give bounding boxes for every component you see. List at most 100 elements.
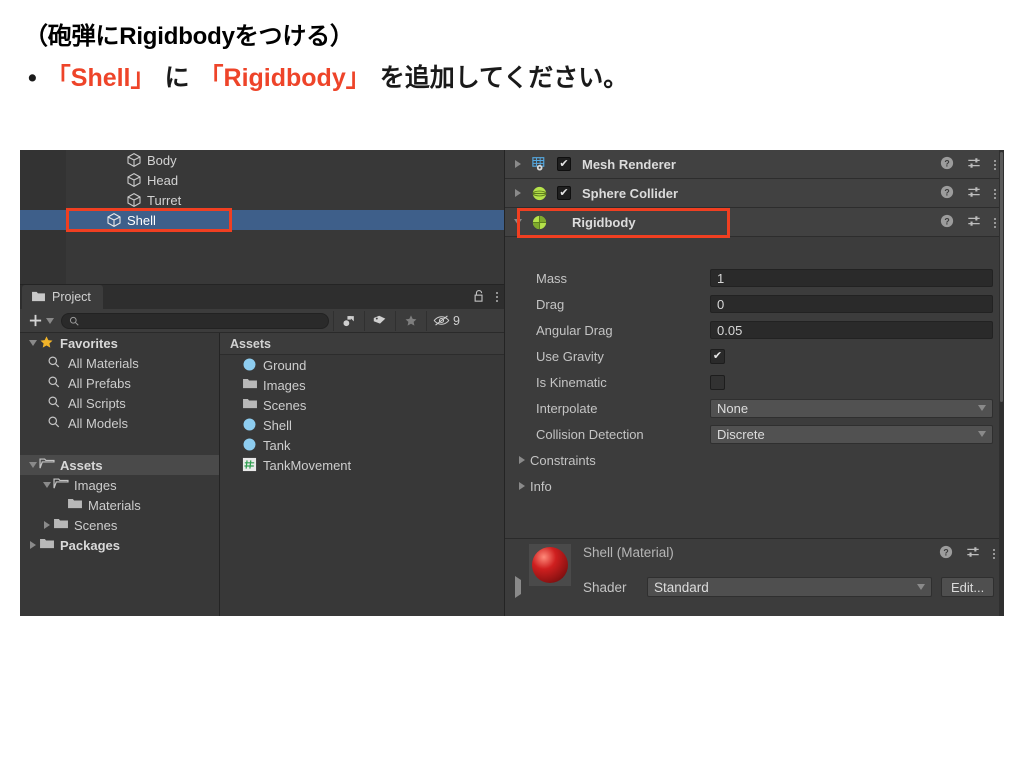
- help-icon[interactable]: ?: [939, 545, 953, 562]
- property-row-interpolate: Interpolate None: [505, 395, 1004, 421]
- hidden-count-label: 9: [453, 313, 460, 328]
- chevron-right-icon[interactable]: [505, 189, 531, 197]
- hierarchy-item-label: Body: [147, 152, 177, 168]
- chevron-down-icon[interactable]: [26, 340, 39, 346]
- inspector-scrollbar[interactable]: [999, 150, 1004, 616]
- csharp-script-icon: [242, 457, 258, 473]
- chevron-down-icon[interactable]: [40, 482, 53, 488]
- asset-item-ground[interactable]: Ground: [220, 355, 504, 375]
- tree-item-all-models[interactable]: All Models: [20, 413, 219, 433]
- preset-icon[interactable]: [966, 545, 980, 562]
- asset-item-tankmovement[interactable]: TankMovement: [220, 455, 504, 475]
- hierarchy-item-head[interactable]: Head: [20, 170, 504, 190]
- component-enabled-checkbox[interactable]: ✔: [557, 157, 571, 171]
- cube-icon: [126, 172, 142, 188]
- component-header-rigidbody[interactable]: Rigidbody ?: [505, 208, 1004, 237]
- hierarchy-item-body[interactable]: Body: [20, 150, 504, 170]
- star-icon: [39, 335, 55, 351]
- assets-breadcrumb: Assets: [220, 333, 504, 355]
- rigidbody-icon: [531, 214, 548, 231]
- asset-item-label: Images: [263, 377, 306, 393]
- lock-open-icon[interactable]: [473, 289, 485, 306]
- kebab-menu-icon[interactable]: [994, 188, 996, 199]
- help-icon[interactable]: ?: [940, 214, 954, 231]
- svg-text:?: ?: [943, 548, 948, 558]
- hierarchy-item-shell[interactable]: Shell: [20, 210, 504, 230]
- shader-dropdown[interactable]: Standard: [647, 577, 932, 597]
- tree-item-label: Materials: [88, 497, 141, 513]
- tree-item-assets[interactable]: Assets: [20, 455, 219, 475]
- collision-detection-dropdown[interactable]: Discrete: [710, 424, 993, 444]
- hierarchy-item-turret[interactable]: Turret: [20, 190, 504, 210]
- help-icon[interactable]: ?: [940, 156, 954, 173]
- instruction-bullet: • 「Shell」 に 「Rigidbody」 を追加してください。: [28, 58, 628, 94]
- is-kinematic-checkbox[interactable]: [710, 374, 725, 390]
- search-input[interactable]: [61, 312, 329, 329]
- preset-icon[interactable]: [967, 156, 981, 173]
- mesh-renderer-icon: [531, 156, 548, 173]
- sphere-collider-icon: [531, 185, 548, 202]
- asset-item-images[interactable]: Images: [220, 375, 504, 395]
- chevron-right-icon[interactable]: [40, 521, 53, 529]
- cube-icon: [126, 192, 142, 208]
- project-folder-tree: Favorites All Materials All Prefabs All …: [20, 333, 220, 616]
- bullet-text-tail: を追加してください。: [379, 64, 629, 92]
- project-assets-list: Assets Ground Images Scenes Shell Tank T…: [220, 333, 504, 616]
- property-row-collision-detection: Collision Detection Discrete: [505, 421, 1004, 447]
- chevron-right-icon[interactable]: [26, 541, 39, 549]
- tree-item-all-scripts[interactable]: All Scripts: [20, 393, 219, 413]
- component-enabled-checkbox[interactable]: ✔: [557, 186, 571, 200]
- angular-drag-input[interactable]: 0.05: [710, 321, 993, 339]
- preset-icon[interactable]: [967, 185, 981, 202]
- tab-project[interactable]: Project: [22, 285, 103, 309]
- tree-item-label: Images: [74, 477, 117, 493]
- asset-item-tank[interactable]: Tank: [220, 435, 504, 455]
- tree-item-label: All Scripts: [68, 395, 126, 411]
- folder-icon: [39, 537, 55, 553]
- tree-item-all-materials[interactable]: All Materials: [20, 353, 219, 373]
- component-header-actions: ?: [940, 179, 996, 208]
- drag-input[interactable]: 0: [710, 295, 993, 313]
- kebab-menu-icon[interactable]: [994, 159, 996, 170]
- search-icon: [69, 316, 79, 326]
- asset-item-label: Shell: [263, 417, 292, 433]
- asset-item-scenes[interactable]: Scenes: [220, 395, 504, 415]
- add-asset-button[interactable]: [20, 313, 61, 328]
- prefab-icon: [242, 437, 258, 453]
- preset-icon[interactable]: [967, 214, 981, 231]
- component-header-mesh-renderer[interactable]: ✔ Mesh Renderer ?: [505, 150, 1004, 179]
- prefab-icon: [242, 417, 258, 433]
- kebab-menu-icon[interactable]: [994, 217, 996, 228]
- hidden-objects-filter[interactable]: 9: [426, 310, 466, 331]
- use-gravity-checkbox[interactable]: ✔: [710, 348, 725, 364]
- chevron-right-icon[interactable]: [505, 160, 531, 168]
- asset-item-shell[interactable]: Shell: [220, 415, 504, 435]
- foldout-constraints[interactable]: Constraints: [505, 447, 1004, 473]
- bullet-text-ni: に: [164, 64, 190, 92]
- interpolate-dropdown[interactable]: None: [710, 398, 993, 418]
- cube-icon: [126, 152, 142, 168]
- foldout-info[interactable]: Info: [505, 473, 1004, 499]
- foldout-label: Constraints: [530, 452, 596, 468]
- tree-item-label: All Prefabs: [68, 375, 131, 391]
- tree-item-all-prefabs[interactable]: All Prefabs: [20, 373, 219, 393]
- component-header-sphere-collider[interactable]: ✔ Sphere Collider ?: [505, 179, 1004, 208]
- chevron-down-icon: [917, 584, 925, 590]
- tree-item-images[interactable]: Images: [20, 475, 219, 495]
- tree-item-scenes[interactable]: Scenes: [20, 515, 219, 535]
- edit-shader-button[interactable]: Edit...: [941, 577, 995, 597]
- chevron-down-icon[interactable]: [505, 219, 531, 225]
- chevron-right-icon: [519, 456, 525, 464]
- kebab-menu-icon[interactable]: [993, 548, 995, 559]
- help-icon[interactable]: ?: [940, 185, 954, 202]
- kebab-menu-icon[interactable]: [496, 292, 498, 302]
- folder-icon: [31, 290, 46, 305]
- tree-item-materials[interactable]: Materials: [20, 495, 219, 515]
- chevron-down-icon[interactable]: [26, 462, 39, 468]
- object-filter-icon[interactable]: [333, 310, 364, 331]
- mass-input[interactable]: 1: [710, 269, 993, 287]
- tree-item-packages[interactable]: Packages: [20, 535, 219, 555]
- tree-item-favorites[interactable]: Favorites: [20, 333, 219, 353]
- favorite-star-icon[interactable]: [395, 310, 426, 331]
- tag-filter-icon[interactable]: [364, 310, 395, 331]
